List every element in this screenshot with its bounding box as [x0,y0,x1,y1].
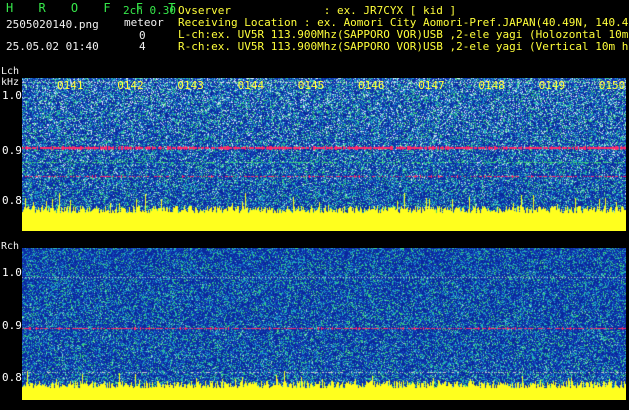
meteor-label: meteor [124,16,164,29]
minute-label: 0146 [358,79,385,92]
meteor-count-rch: 4 [139,40,146,53]
capture-datetime: 25.05.02 01:40 [6,40,99,53]
rch-channel-label: Rch [1,241,20,252]
minute-label: 0141 [57,79,84,92]
minute-label: 0145 [297,79,325,92]
lch-tick-1-0: 1.0 [2,89,22,102]
rch-tick-0-8: 0.8 [2,371,22,384]
lch-spectrogram [22,78,626,231]
lch-tick-0-9: 0.9 [2,144,22,157]
rch-info-line: R-ch:ex. UV5R 113.900Mhz(SAPPORO VOR)USB… [178,40,629,53]
minute-label: 0148 [478,79,505,92]
rch-spectrogram [22,248,626,400]
minute-label: 0144 [237,79,265,92]
minute-label: 0147 [418,79,445,92]
rch-tick-0-9: 0.9 [2,319,22,332]
hroft-spectrogram-window: H R O F F T 2505020140.png 25.05.02 01:4… [0,0,629,410]
minute-label: 0149 [538,79,566,92]
rch-tick-1-0: 1.0 [2,266,22,279]
lch-channel-label: Lch [1,66,20,77]
file-name: 2505020140.png [6,18,99,31]
lch-unit-label: kHz [1,77,20,88]
minute-label: 0143 [177,79,204,92]
minute-label: 0142 [117,79,144,92]
lch-tick-0-8: 0.8 [2,194,22,207]
minute-label: 0150 [598,79,626,92]
